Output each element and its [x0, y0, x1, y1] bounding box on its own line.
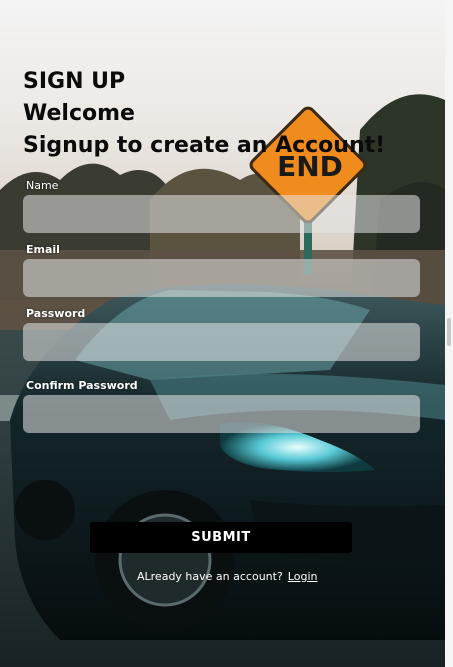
confirm-password-input[interactable]: [23, 395, 420, 433]
page-title: SIGN UP: [23, 69, 126, 94]
password-input[interactable]: [23, 323, 420, 361]
scrollbar-thumb[interactable]: [447, 318, 451, 346]
login-prompt: ALready have an account? Login: [137, 570, 317, 583]
name-label: Name: [26, 179, 59, 192]
email-input[interactable]: [23, 259, 420, 297]
signup-page: END SIGN UP Welcome Signup to create an …: [0, 0, 453, 667]
confirm-password-label: Confirm Password: [26, 379, 138, 392]
signup-subheading: Signup to create an Account!: [23, 133, 386, 158]
password-label: Password: [26, 307, 86, 320]
email-label: Email: [26, 243, 60, 256]
submit-button[interactable]: SUBMIT: [90, 522, 352, 553]
name-input[interactable]: [23, 195, 420, 233]
login-link[interactable]: Login: [288, 570, 318, 583]
title-block: SIGN UP Welcome Signup to create an Acco…: [23, 66, 385, 162]
page-scrollbar[interactable]: [445, 0, 453, 667]
login-prompt-text: ALready have an account?: [137, 570, 283, 583]
welcome-heading: Welcome: [23, 101, 135, 126]
